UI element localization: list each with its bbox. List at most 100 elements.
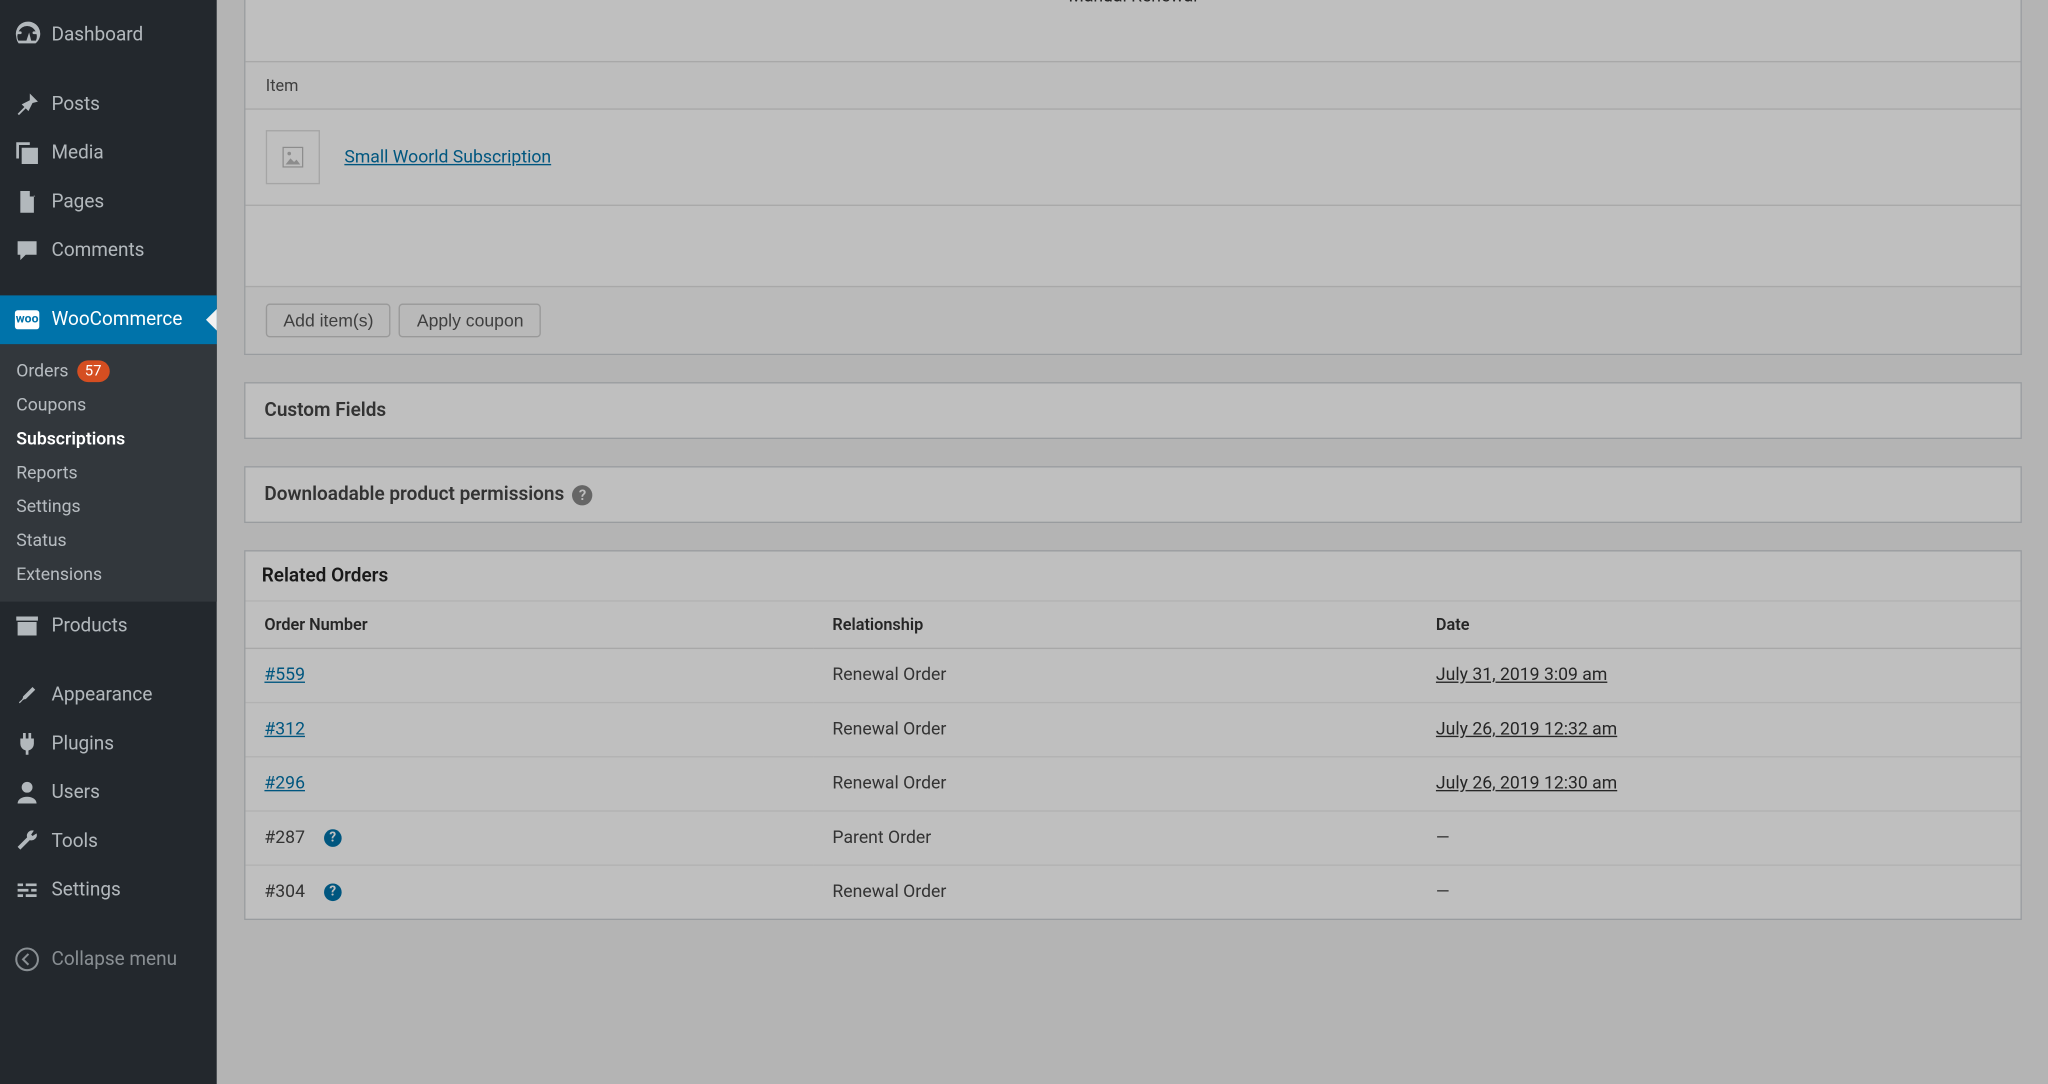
relationship-cell: Renewal Order bbox=[813, 865, 1417, 919]
sidebar-item-posts[interactable]: Posts bbox=[0, 80, 217, 129]
brush-icon bbox=[14, 682, 41, 709]
orders-count-badge: 57 bbox=[77, 360, 110, 382]
submenu-label: Status bbox=[16, 531, 66, 551]
wrench-icon bbox=[14, 828, 41, 855]
manual-renewal-label: Manual Renewal bbox=[245, 0, 2020, 20]
table-row: #287? Parent Order— bbox=[245, 811, 2020, 865]
sidebar-item-label: Comments bbox=[51, 240, 144, 262]
sidebar-item-label: Posts bbox=[51, 93, 99, 115]
table-header-row: Order Number Relationship Date bbox=[245, 602, 2020, 649]
submenu-item-status[interactable]: Status bbox=[0, 524, 217, 558]
relationship-cell: Renewal Order bbox=[813, 703, 1417, 757]
sidebar-item-label: Plugins bbox=[51, 733, 114, 755]
sidebar-item-label: Tools bbox=[51, 831, 97, 853]
sidebar-item-tools[interactable]: Tools bbox=[0, 817, 217, 866]
woocommerce-submenu: Orders 57 Coupons Subscriptions Reports … bbox=[0, 344, 217, 601]
sidebar-item-settings[interactable]: Settings bbox=[0, 866, 217, 915]
sidebar-item-label: Settings bbox=[51, 879, 120, 901]
downloadable-permissions-metabox[interactable]: Downloadable product permissions ? bbox=[244, 466, 2022, 523]
sidebar-item-label: Users bbox=[51, 782, 99, 804]
pin-icon bbox=[14, 91, 41, 118]
relationship-cell: Parent Order bbox=[813, 811, 1417, 865]
submenu-label: Reports bbox=[16, 463, 77, 483]
dpp-title: Downloadable product permissions bbox=[264, 484, 564, 506]
sidebar-item-media[interactable]: Media bbox=[0, 129, 217, 178]
sidebar-item-products[interactable]: Products bbox=[0, 602, 217, 651]
order-number-link[interactable]: #559 bbox=[264, 665, 305, 685]
sidebar-item-plugins[interactable]: Plugins bbox=[0, 720, 217, 769]
item-thumbnail bbox=[266, 130, 320, 184]
submenu-label: Subscriptions bbox=[16, 430, 125, 450]
order-number-text: #287 bbox=[264, 828, 305, 848]
order-date-link[interactable]: July 26, 2019 12:32 am bbox=[1436, 720, 1617, 740]
add-items-button[interactable]: Add item(s) bbox=[266, 304, 391, 338]
submenu-item-orders[interactable]: Orders 57 bbox=[0, 354, 217, 389]
sidebar-item-label: Media bbox=[51, 142, 103, 164]
item-name-link[interactable]: Small Woorld Subscription bbox=[344, 147, 551, 167]
dashboard-icon bbox=[14, 22, 41, 49]
help-icon[interactable]: ? bbox=[572, 484, 592, 504]
order-number-text: #304 bbox=[264, 882, 305, 902]
archive-icon bbox=[14, 612, 41, 639]
sidebar-item-comments[interactable]: Comments bbox=[0, 226, 217, 275]
relationship-cell: Renewal Order bbox=[813, 648, 1417, 702]
collapse-menu[interactable]: Collapse menu bbox=[0, 935, 217, 984]
user-icon bbox=[14, 779, 41, 806]
apply-coupon-button[interactable]: Apply coupon bbox=[399, 304, 541, 338]
col-header-relationship: Relationship bbox=[813, 602, 1417, 649]
table-row: #312 Renewal Order July 26, 2019 12:32 am bbox=[245, 703, 2020, 757]
related-orders-title: Related Orders bbox=[245, 551, 2020, 601]
sidebar-item-label: Pages bbox=[51, 191, 104, 213]
sliders-icon bbox=[14, 877, 41, 904]
sidebar-item-label: Collapse menu bbox=[51, 949, 177, 971]
main-content: Manual Renewal Item Small Woorld Subscri… bbox=[217, 0, 2048, 1084]
order-number-link[interactable]: #312 bbox=[264, 720, 305, 740]
submenu-item-subscriptions[interactable]: Subscriptions bbox=[0, 423, 217, 457]
order-items-metabox: Manual Renewal Item Small Woorld Subscri… bbox=[244, 0, 2022, 355]
item-column-header: Item bbox=[245, 61, 2020, 108]
order-date-cell: — bbox=[1417, 811, 2021, 865]
admin-sidebar: Dashboard Posts Media Pages Comments bbox=[0, 0, 217, 1084]
submenu-item-extensions[interactable]: Extensions bbox=[0, 558, 217, 592]
order-date-cell: — bbox=[1417, 865, 2021, 919]
col-header-number: Order Number bbox=[245, 602, 813, 649]
sidebar-item-label: Products bbox=[51, 615, 127, 637]
sidebar-item-woocommerce[interactable]: woo WooCommerce bbox=[0, 295, 217, 344]
sidebar-item-label: Dashboard bbox=[51, 24, 143, 46]
sidebar-item-appearance[interactable]: Appearance bbox=[0, 671, 217, 720]
order-actions-row: Add item(s) Apply coupon bbox=[245, 286, 2020, 354]
line-item-row: Small Woorld Subscription bbox=[245, 108, 2020, 204]
help-icon[interactable]: ? bbox=[324, 884, 342, 902]
order-number-link[interactable]: #296 bbox=[264, 774, 305, 794]
page-icon bbox=[14, 188, 41, 215]
submenu-label: Coupons bbox=[16, 396, 86, 416]
plug-icon bbox=[14, 730, 41, 757]
help-icon[interactable]: ? bbox=[324, 829, 342, 847]
submenu-item-coupons[interactable]: Coupons bbox=[0, 389, 217, 423]
sidebar-item-dashboard[interactable]: Dashboard bbox=[0, 11, 217, 60]
table-row: #296Renewal OrderJuly 26, 2019 12:30 am bbox=[245, 757, 2020, 811]
table-row: #304? Renewal Order— bbox=[245, 865, 2020, 919]
order-date-link[interactable]: July 31, 2019 3:09 am bbox=[1436, 665, 1607, 685]
related-orders-table: Order Number Relationship Date #559 Renew… bbox=[245, 602, 2020, 919]
sidebar-item-users[interactable]: Users bbox=[0, 768, 217, 817]
related-orders-metabox: Related Orders Order Number Relationship… bbox=[244, 550, 2022, 920]
submenu-item-reports[interactable]: Reports bbox=[0, 457, 217, 491]
sidebar-item-pages[interactable]: Pages bbox=[0, 178, 217, 227]
custom-fields-metabox[interactable]: Custom Fields bbox=[244, 382, 2022, 439]
submenu-item-settings[interactable]: Settings bbox=[0, 491, 217, 525]
sidebar-item-label: Appearance bbox=[51, 684, 152, 706]
custom-fields-title: Custom Fields bbox=[264, 400, 386, 422]
submenu-label: Extensions bbox=[16, 565, 102, 585]
col-header-date: Date bbox=[1417, 602, 2021, 649]
submenu-label: Settings bbox=[16, 497, 80, 517]
collapse-icon bbox=[14, 946, 41, 973]
media-icon bbox=[14, 140, 41, 167]
woo-icon: woo bbox=[14, 306, 41, 333]
comment-icon bbox=[14, 237, 41, 264]
order-date-link[interactable]: July 26, 2019 12:30 am bbox=[1436, 774, 1617, 794]
table-row: #559 Renewal Order July 31, 2019 3:09 am bbox=[245, 648, 2020, 702]
sidebar-item-label: WooCommerce bbox=[51, 309, 182, 331]
spacer bbox=[245, 205, 2020, 286]
submenu-label: Orders bbox=[16, 361, 68, 381]
